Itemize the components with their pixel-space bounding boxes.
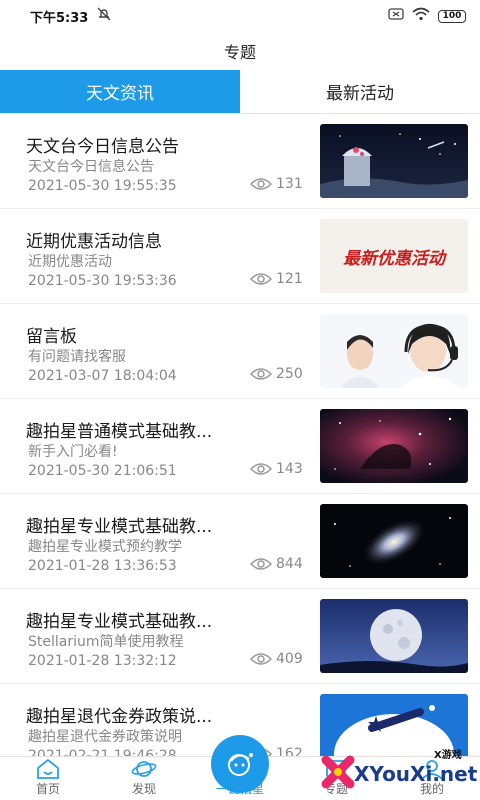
- wifi-icon: [412, 7, 430, 25]
- promo-thumbnail[interactable]: 最新优惠活动: [320, 219, 468, 293]
- customer-service-thumbnail[interactable]: [320, 314, 468, 388]
- planet-icon: [131, 761, 157, 777]
- eye-icon: [250, 653, 272, 665]
- watermark-brand: XYouXi.net: [354, 762, 478, 786]
- tab-latest-events[interactable]: 最新活动: [240, 70, 480, 113]
- notification-muted-icon: [96, 7, 112, 25]
- moon-thumbnail[interactable]: [320, 599, 468, 673]
- item-date: 2021-05-30 19:55:35: [28, 178, 177, 194]
- view-count: 143: [276, 461, 303, 477]
- sim-icon: [388, 8, 404, 24]
- nebula-thumbnail[interactable]: [320, 409, 468, 483]
- eye-icon: [250, 558, 272, 570]
- item-views: 250: [250, 366, 303, 382]
- item-title: 趣拍星专业模式基础教...: [26, 517, 213, 537]
- item-subtitle: 新手入门必看!: [28, 444, 118, 460]
- status-bar: 下午5:33 100: [0, 0, 480, 32]
- item-subtitle: 近期优惠活动: [28, 254, 112, 270]
- item-subtitle: 天文台今日信息公告: [28, 159, 154, 175]
- item-views: 844: [250, 556, 303, 572]
- status-time: 下午5:33: [30, 10, 89, 26]
- watermark-tag: X游戏: [434, 750, 462, 761]
- list-item[interactable]: 天文台今日信息公告 天文台今日信息公告 2021-05-30 19:55:35 …: [0, 114, 480, 209]
- item-date: 2021-05-30 21:06:51: [28, 463, 177, 479]
- watermark-x-icon: [321, 755, 355, 789]
- item-subtitle: 有问题请找客服: [28, 349, 126, 365]
- item-subtitle: Stellarium简单使用教程: [28, 634, 184, 650]
- galaxy-thumbnail[interactable]: [320, 504, 468, 578]
- item-subtitle: 趣拍星退代金券政策说明: [28, 729, 182, 745]
- view-count: 131: [276, 176, 303, 192]
- item-subtitle: 趣拍星专业模式预约教学: [28, 539, 182, 555]
- item-title: 近期优惠活动信息: [26, 232, 162, 252]
- item-views: 131: [250, 176, 303, 192]
- nav-home-label: 首页: [35, 782, 60, 796]
- item-date: 2021-05-30 19:53:36: [28, 273, 177, 289]
- item-views: 143: [250, 461, 303, 477]
- item-date: 2021-03-07 18:04:04: [28, 368, 177, 384]
- list-item[interactable]: 趣拍星普通模式基础教... 新手入门必看! 2021-05-30 21:06:5…: [0, 399, 480, 494]
- page-title: 专题: [223, 43, 256, 62]
- article-list: 天文台今日信息公告 天文台今日信息公告 2021-05-30 19:55:35 …: [0, 114, 480, 756]
- home-icon: [37, 758, 59, 779]
- nav-discover[interactable]: 发现: [96, 757, 192, 800]
- tab-astronomy-news[interactable]: 天文资讯: [0, 70, 240, 113]
- watermark-logo: X游戏 XYouXi.net: [316, 738, 480, 800]
- item-date: 2021-01-28 13:36:53: [28, 558, 177, 574]
- item-date: 2021-01-28 13:32:12: [28, 653, 177, 669]
- view-count: 121: [276, 271, 303, 287]
- promo-text: 最新优惠活动: [343, 248, 445, 269]
- capture-icon: [228, 753, 253, 776]
- item-title: 趣拍星普通模式基础教...: [26, 422, 213, 442]
- tab-bar: 天文资讯 最新活动: [0, 70, 480, 114]
- eye-icon: [250, 273, 272, 285]
- eye-icon: [250, 178, 272, 190]
- nav-discover-label: 发现: [131, 782, 156, 796]
- list-item[interactable]: 趣拍星专业模式基础教... Stellarium简单使用教程 2021-01-2…: [0, 589, 480, 684]
- list-item[interactable]: 近期优惠活动信息 近期优惠活动 2021-05-30 19:53:36 121 …: [0, 209, 480, 304]
- item-title: 趣拍星专业模式基础教...: [26, 612, 213, 632]
- nav-home[interactable]: 首页: [0, 757, 96, 800]
- item-date: 2021-02-21 19:46:28: [28, 748, 177, 756]
- item-title: 天文台今日信息公告: [26, 137, 179, 157]
- item-title: 留言板: [26, 327, 77, 347]
- view-count: 250: [276, 366, 303, 382]
- observatory-thumbnail[interactable]: [320, 124, 468, 198]
- list-item[interactable]: 留言板 有问题请找客服 2021-03-07 18:04:04 250: [0, 304, 480, 399]
- view-count: 844: [276, 556, 303, 572]
- battery-indicator: 100: [438, 9, 466, 23]
- item-views: 409: [250, 651, 303, 667]
- view-count: 162: [276, 746, 303, 756]
- item-title: 趣拍星退代金券政策说...: [26, 707, 213, 727]
- eye-icon: [250, 368, 272, 380]
- nav-capture[interactable]: 一键拍星: [192, 735, 288, 800]
- view-count: 409: [276, 651, 303, 667]
- item-views: 121: [250, 271, 303, 287]
- capture-button[interactable]: [211, 735, 269, 793]
- eye-icon: [250, 463, 272, 475]
- list-item[interactable]: 趣拍星专业模式基础教... 趣拍星专业模式预约教学 2021-01-28 13:…: [0, 494, 480, 589]
